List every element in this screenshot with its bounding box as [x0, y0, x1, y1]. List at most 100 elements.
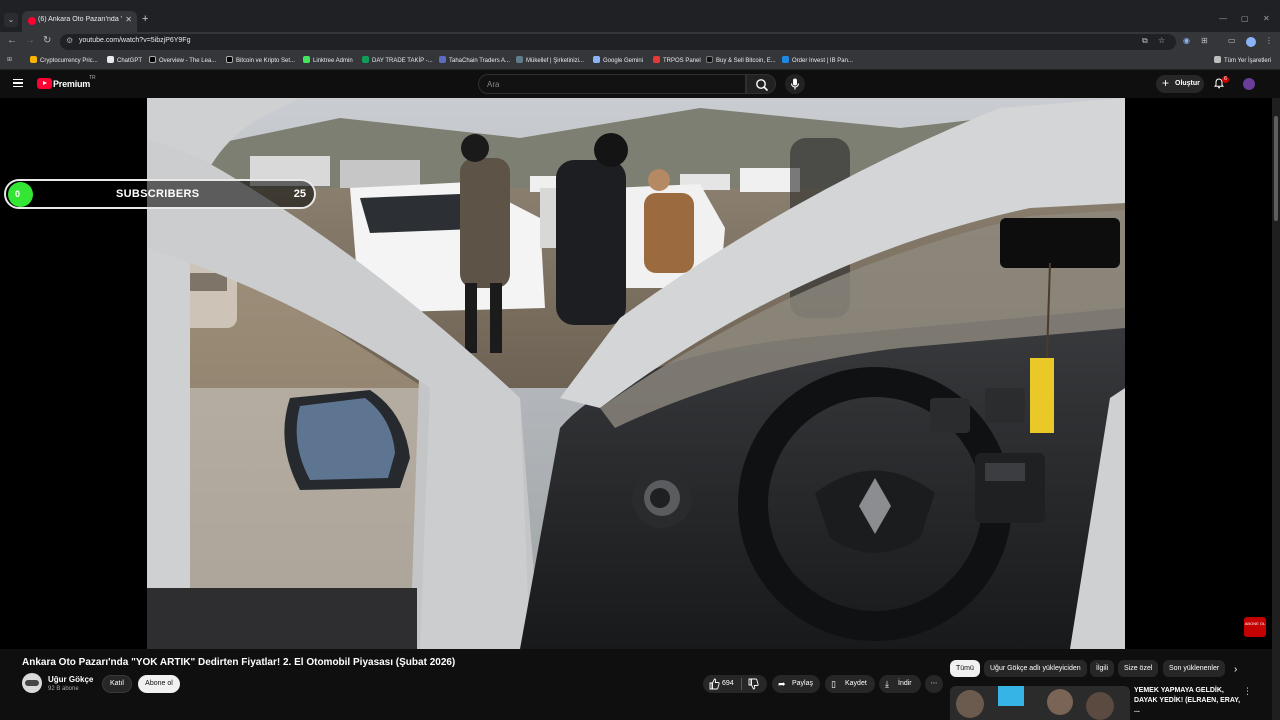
- new-tab-icon[interactable]: +: [142, 13, 148, 25]
- bookmark-favicon-icon: [706, 56, 713, 63]
- like-count: 694: [722, 680, 734, 687]
- chip-related[interactable]: İlgili: [1090, 660, 1115, 677]
- save-label: Kaydet: [845, 680, 867, 687]
- save-bookmark-icon: ▯: [831, 679, 836, 689]
- subscribers-label: SUBSCRIBERS: [116, 188, 200, 200]
- thumbnail-image: [950, 686, 1130, 720]
- hamburger-menu-icon[interactable]: [13, 79, 23, 87]
- bookmark-item[interactable]: Overview - The Lea...: [149, 56, 216, 66]
- chip-recently-uploaded[interactable]: Son yüklenenler: [1163, 660, 1226, 677]
- tab-search-button[interactable]: ⌄: [4, 13, 18, 27]
- bookmark-favicon-icon: [782, 56, 789, 63]
- channel-avatar[interactable]: [22, 673, 42, 693]
- extensions-puzzle-icon[interactable]: ⊞: [1201, 36, 1208, 45]
- reload-icon[interactable]: ↻: [43, 35, 51, 46]
- bookmark-item[interactable]: TRPOS Panel: [653, 56, 701, 66]
- back-icon[interactable]: ←: [7, 35, 17, 46]
- bookmark-item[interactable]: Bitcoin ve Kripto Set...: [226, 56, 295, 66]
- all-bookmarks-folder[interactable]: Tüm Yer İşaretleri: [1214, 56, 1271, 66]
- recommended-video-thumbnail[interactable]: [950, 686, 1130, 720]
- chip-all[interactable]: Tümü: [950, 660, 980, 677]
- bookmark-item[interactable]: ChatGPT: [107, 56, 142, 66]
- bookmark-favicon-icon: [303, 56, 310, 63]
- bookmark-favicon-icon: [30, 56, 37, 63]
- save-button[interactable]: ▯ Kaydet: [825, 675, 875, 693]
- bookmark-item[interactable]: Cryptocurrency Pric...: [30, 56, 98, 66]
- site-info-icon[interactable]: ⚙: [66, 36, 73, 45]
- subscriber-indicator: 0: [8, 182, 33, 207]
- page-scrollbar[interactable]: [1272, 98, 1280, 720]
- plus-icon: +: [1162, 76, 1170, 90]
- subscribe-button[interactable]: Abone ol: [138, 675, 180, 693]
- like-divider: [741, 678, 742, 690]
- bookmark-item[interactable]: Linktree Admin: [303, 56, 353, 66]
- minimize-window-icon[interactable]: —: [1219, 14, 1227, 23]
- chip-for-you[interactable]: Size özel: [1118, 660, 1159, 677]
- browser-tab-active[interactable]: (6) Ankara Oto Pazarı'nda "YOK ✕: [22, 11, 137, 32]
- browser-profile-avatar[interactable]: [1246, 37, 1256, 47]
- extension-icon[interactable]: ◉: [1183, 36, 1190, 45]
- channel-subscriber-count: 92 B abone: [48, 686, 79, 692]
- bookmark-favicon-icon: [653, 56, 660, 63]
- channel-watermark-logo[interactable]: ABONE OL: [1244, 617, 1266, 637]
- tab-title: (6) Ankara Oto Pazarı'nda "YOK: [38, 16, 122, 23]
- browser-toolbar: ← → ↻ ⚙ youtube.com/watch?v=5ibzjP6Y9Fg …: [0, 32, 1280, 52]
- more-horizontal-icon: ⋯: [930, 680, 938, 687]
- download-icon: ⤓: [885, 679, 889, 689]
- share-button[interactable]: ➦ Paylaş: [772, 675, 820, 693]
- bookmark-item[interactable]: Buy & Sell Bitcoin, E...: [706, 56, 776, 66]
- search-icon: [756, 79, 768, 91]
- country-code: TR: [89, 75, 96, 81]
- youtube-brand[interactable]: Premium: [53, 79, 90, 89]
- close-tab-icon[interactable]: ✕: [125, 15, 132, 24]
- download-button[interactable]: ⤓ İndir: [879, 675, 921, 693]
- bookmark-star-icon[interactable]: ☆: [1158, 36, 1165, 45]
- search-input[interactable]: Ara: [478, 74, 746, 94]
- chevron-right-icon[interactable]: ›: [1234, 664, 1237, 675]
- voice-search-button[interactable]: [785, 74, 805, 94]
- notification-badge: 6: [1222, 76, 1229, 83]
- channel-name[interactable]: Uğur Gökçe: [48, 675, 93, 684]
- subscriber-counter-overlay: 0 SUBSCRIBERS 25: [4, 179, 316, 209]
- bookmark-item[interactable]: Google Gemini: [593, 56, 643, 66]
- scrollbar-thumb[interactable]: [1274, 116, 1278, 221]
- thumbs-up-icon: [709, 678, 720, 690]
- subscribers-count: 25: [293, 188, 306, 200]
- dislike-button[interactable]: [748, 675, 759, 699]
- close-window-icon[interactable]: ✕: [1263, 14, 1270, 23]
- more-actions-button[interactable]: ⋯: [925, 675, 943, 693]
- bookmark-favicon-icon: [516, 56, 523, 63]
- maximize-window-icon[interactable]: ▢: [1241, 14, 1249, 23]
- like-button[interactable]: [709, 675, 720, 699]
- bookmark-favicon-icon: [593, 56, 600, 63]
- youtube-favicon-icon: [28, 17, 36, 25]
- address-bar[interactable]: ⚙ youtube.com/watch?v=5ibzjP6Y9Fg ⧉ ☆: [60, 34, 1176, 50]
- apps-grid-icon[interactable]: ⊞: [7, 56, 12, 66]
- search-placeholder: Ara: [487, 80, 500, 89]
- youtube-masthead: Premium TR Ara + Oluştur 6: [0, 70, 1280, 98]
- search-button[interactable]: [746, 74, 776, 94]
- bookmark-favicon-icon: [149, 56, 156, 63]
- recommended-video-title[interactable]: YEMEK YAPMAYA GELDİK, DAYAK YEDİK! (ELRA…: [1134, 686, 1242, 716]
- bookmark-item[interactable]: DAY TRADE TAKİP -...: [362, 56, 433, 66]
- cast-icon[interactable]: ⧉: [1142, 36, 1148, 46]
- more-vertical-icon[interactable]: ⋮: [1243, 686, 1252, 697]
- chip-from-uploader[interactable]: Uğur Gökçe adlı yükleyiciden: [984, 660, 1087, 677]
- bookmark-favicon-icon: [107, 56, 114, 63]
- browser-tab-bar: ⌄ (6) Ankara Oto Pazarı'nda "YOK ✕ + — ▢…: [0, 0, 1280, 32]
- join-button[interactable]: Katıl: [102, 675, 132, 693]
- folder-icon: [1214, 56, 1221, 63]
- account-avatar[interactable]: [1243, 78, 1255, 90]
- thumbs-down-icon: [748, 678, 759, 690]
- forward-icon[interactable]: →: [25, 35, 35, 46]
- bookmark-item[interactable]: Mükellef | Şirketinizi...: [516, 56, 584, 66]
- youtube-logo-icon[interactable]: [37, 78, 52, 89]
- share-label: Paylaş: [792, 680, 814, 687]
- bookmark-item[interactable]: Order Invest | IB Pan...: [782, 56, 853, 66]
- reading-list-icon[interactable]: ▭: [1228, 36, 1236, 45]
- bookmark-item[interactable]: TahaChain Traders A...: [439, 56, 510, 66]
- create-button[interactable]: + Oluştur: [1156, 75, 1204, 93]
- create-label: Oluştur: [1175, 80, 1200, 87]
- microphone-icon: [790, 78, 800, 90]
- browser-menu-icon[interactable]: ⋮: [1265, 36, 1273, 45]
